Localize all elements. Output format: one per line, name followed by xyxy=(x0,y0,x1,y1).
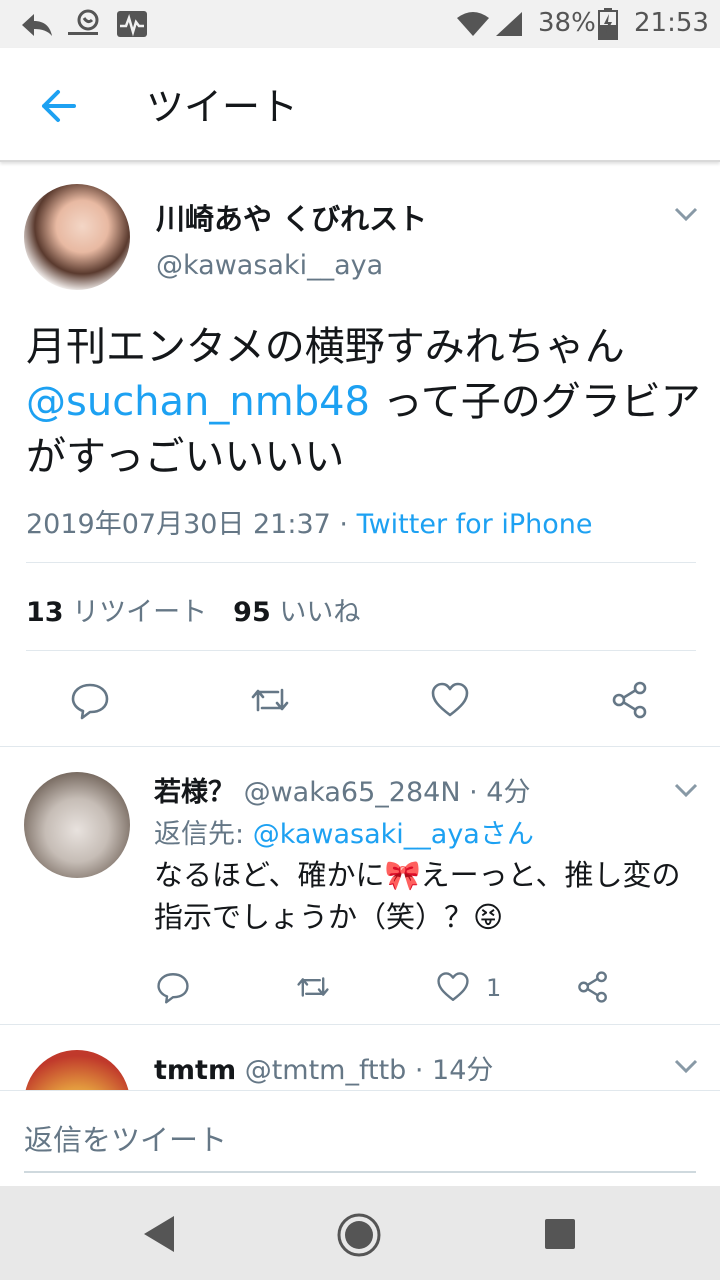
reply-to-line: 返信先: @kawasaki__ayaさん xyxy=(154,812,534,851)
reply-button[interactable] xyxy=(156,970,190,1004)
battery-percent: 38% xyxy=(538,8,596,38)
reply-text: なるほど、確かに🎀えーっと、推し変の指示でしょうか（笑）？😝 xyxy=(154,858,681,934)
app-bar: ツイート xyxy=(0,48,720,162)
retweet-label: リツイート xyxy=(63,597,208,628)
nav-home-icon[interactable] xyxy=(336,1212,382,1258)
share-button[interactable] xyxy=(576,970,610,1004)
tweet-text: 月刊エンタメの横野すみれちゃん@suchan_nmb48 って子のグラビアがすっ… xyxy=(26,320,706,485)
navigation-bar xyxy=(0,1186,720,1280)
like-count: 95 xyxy=(233,597,271,628)
back-arrow-icon[interactable] xyxy=(32,82,80,130)
tweet-text-part: 月刊エンタメの横野すみれちゃん xyxy=(26,324,625,370)
nav-recents-icon[interactable] xyxy=(544,1218,576,1250)
tweet-source-link[interactable]: Twitter for iPhone xyxy=(357,509,593,540)
meta-separator: · xyxy=(330,509,357,540)
activity-icon xyxy=(117,11,147,37)
signal-icon xyxy=(496,12,522,36)
divider xyxy=(26,650,696,651)
retweet-icon xyxy=(297,977,329,997)
reply-icon xyxy=(71,683,109,720)
share-icon xyxy=(612,681,647,719)
reply-header: 若様？ @waka65_284N · 4分 xyxy=(154,770,530,809)
status-bar: 38% 21:53 xyxy=(0,0,720,48)
like-icon xyxy=(431,682,469,717)
tweet-timestamp: 2019年07月30日 21:37 xyxy=(26,509,331,540)
like-icon xyxy=(437,972,469,1001)
reply-like-count: 1 xyxy=(486,974,502,1002)
missed-call-icon xyxy=(68,9,99,35)
like-stat[interactable]: 95 いいね xyxy=(233,597,360,628)
retweet-count: 13 xyxy=(26,597,64,628)
reply-author-handle[interactable]: @waka65_284N · 4分 xyxy=(244,777,531,808)
compose-bar xyxy=(0,1090,720,1187)
chevron-down-icon[interactable] xyxy=(672,204,700,224)
chevron-down-icon[interactable] xyxy=(672,780,700,800)
mention-link[interactable]: @suchan_nmb48 xyxy=(26,379,370,425)
chevron-down-icon[interactable] xyxy=(672,1056,700,1076)
divider xyxy=(0,746,720,747)
retweet-icon xyxy=(251,688,289,712)
reply-author-handle[interactable]: @tmtm_fttb · 14分 xyxy=(245,1055,494,1086)
author-handle[interactable]: @kawasaki__aya xyxy=(156,250,383,281)
retweet-stat[interactable]: 13 リツイート xyxy=(26,597,207,628)
share-icon xyxy=(578,971,607,1003)
divider xyxy=(26,562,696,563)
author-name[interactable]: 川崎あや くびれスト xyxy=(156,196,427,238)
like-button[interactable] xyxy=(430,680,470,720)
like-label: いいね xyxy=(270,597,361,628)
author-avatar[interactable] xyxy=(24,184,130,290)
tweet-stats: 13 リツイート 95 いいね xyxy=(26,590,360,629)
back-notification-icon xyxy=(22,14,52,36)
reply-icon xyxy=(157,973,189,1004)
reply-to-label: 返信先: xyxy=(154,819,253,850)
wifi-icon xyxy=(457,12,489,36)
reply-to-link[interactable]: @kawasaki__ayaさん xyxy=(253,819,534,850)
like-button[interactable] xyxy=(436,970,470,1004)
share-button[interactable] xyxy=(610,680,650,720)
reply-button[interactable] xyxy=(70,680,110,720)
reply-author-name[interactable]: tmtm xyxy=(154,1055,236,1086)
reply-avatar[interactable] xyxy=(24,772,130,878)
reply-author-name[interactable]: 若様？ xyxy=(154,777,235,808)
divider xyxy=(0,1024,720,1025)
reply-compose-input[interactable] xyxy=(24,1109,696,1173)
page-title: ツイート xyxy=(146,85,299,129)
battery-icon xyxy=(598,8,618,40)
retweet-button[interactable] xyxy=(296,970,330,1004)
retweet-button[interactable] xyxy=(250,680,290,720)
tweet-meta: 2019年07月30日 21:37 · Twitter for iPhone xyxy=(26,502,593,541)
clock: 21:53 xyxy=(634,8,709,38)
reply-header: tmtm @tmtm_fttb · 14分 xyxy=(154,1048,493,1087)
nav-back-icon[interactable] xyxy=(140,1214,178,1254)
